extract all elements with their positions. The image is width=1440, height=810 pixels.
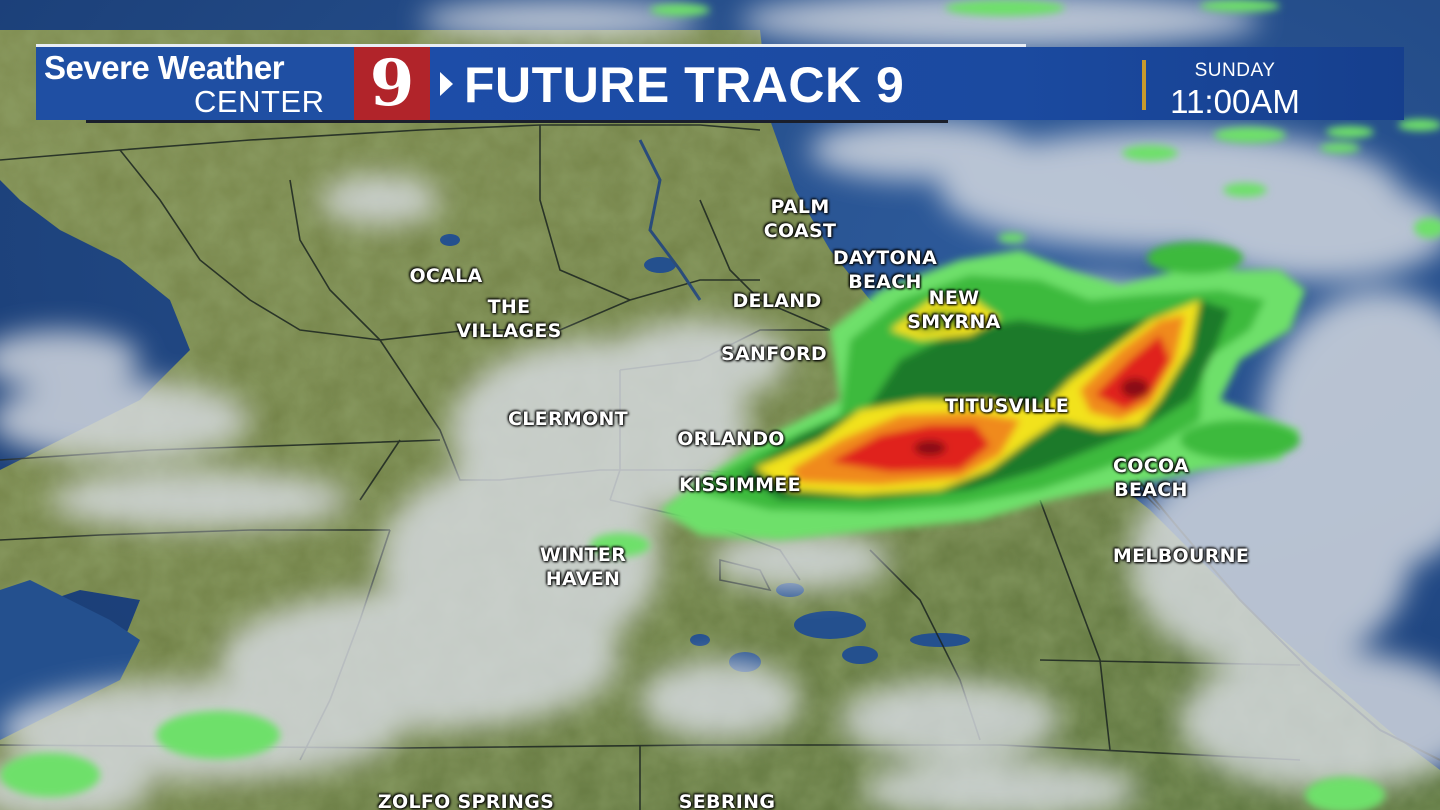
channel-9-logo: 9 [354,47,430,120]
logo-title-line2: CENTER [194,84,325,119]
city-label-deland: DELAND [732,290,822,312]
banner-bottom-rule [86,120,948,123]
city-label-zolfo-springs: ZOLFO SPRINGS [377,791,555,810]
forecast-time: 11:00AM [1170,83,1300,120]
city-label-the-villages: THE VILLAGES [456,296,562,342]
city-label-new-smyrna: NEW SMYRNA [907,287,1001,333]
play-arrow-icon [440,72,453,96]
city-label-palm-coast: PALM COAST [763,196,837,242]
city-label-sebring: SEBRING [678,791,776,810]
forecast-day: SUNDAY [1194,60,1276,81]
city-label-clermont: CLERMONT [508,408,628,430]
city-label-sanford: SANFORD [721,343,827,365]
logo-title-line1: Severe Weather [44,49,285,86]
city-label-ocala: OCALA [409,265,483,287]
page-title: FUTURE TRACK 9 [464,57,905,113]
city-label-melbourne: MELBOURNE [1112,545,1250,567]
city-label-titusville: TITUSVILLE [944,395,1070,417]
city-label-orlando: ORLANDO [677,428,785,450]
time-divider [1142,60,1146,110]
city-label-winter-haven: WINTER HAVEN [539,544,627,590]
weather-map-stage: PALM COAST DAYTONA BEACH OCALA THE VILLAGES… [0,0,1440,810]
city-label-kissimmee: KISSIMMEE [679,474,801,496]
city-label-cocoa-beach: COCOA BEACH [1113,455,1189,501]
